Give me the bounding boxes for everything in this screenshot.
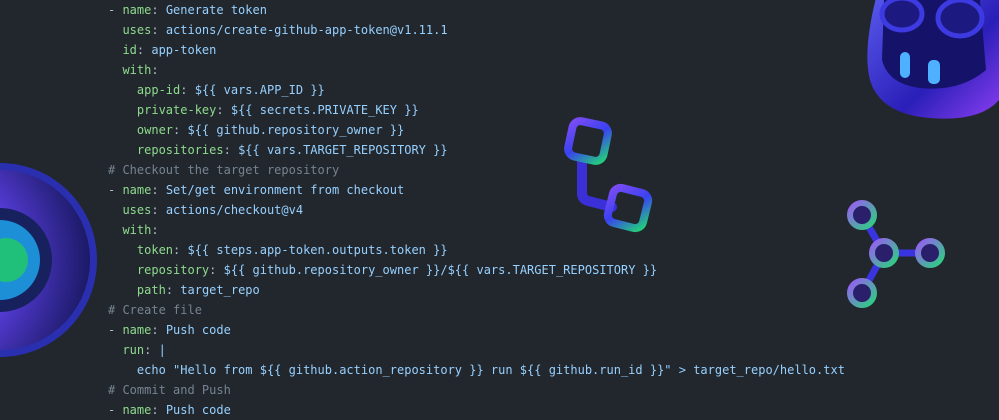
colon: : <box>136 43 152 57</box>
colon: : <box>165 283 181 297</box>
robot-mascot-image <box>867 0 999 119</box>
code-key: with <box>122 63 152 77</box>
code-value: Set/get environment from checkout <box>165 183 405 197</box>
code-line: repositories: ${{ vars.TARGET_REPOSITORY… <box>108 140 845 160</box>
code-line: id: app-token <box>108 40 845 60</box>
code-line: # Create file <box>108 300 845 320</box>
code-key: run <box>122 343 145 357</box>
code-line: # Checkout the target repository <box>108 160 845 180</box>
code-key: name <box>122 183 152 197</box>
code-line: with: <box>108 220 845 240</box>
code-key: name <box>122 3 152 17</box>
colon: : <box>151 223 166 237</box>
code-value: ${{ secrets.PRIVATE_KEY }} <box>230 103 419 117</box>
list-dash: - <box>108 403 123 417</box>
code-line: private-key: ${{ secrets.PRIVATE_KEY }} <box>108 100 845 120</box>
colon: : <box>151 183 166 197</box>
node-graph-icon <box>847 200 945 308</box>
code-value: actions/checkout@v4 <box>165 203 304 217</box>
code-comment: # Create file <box>108 303 202 317</box>
colon: : <box>144 343 159 357</box>
code-key: token <box>136 243 174 257</box>
code-comment: # Checkout the target repository <box>108 163 340 177</box>
list-dash: - <box>108 323 123 337</box>
code-value: Generate token <box>165 3 267 17</box>
colon: : <box>173 123 188 137</box>
code-key: repository <box>136 263 210 277</box>
code-key: name <box>122 403 152 417</box>
code-value: ${{ steps.app-token.outputs.token }} <box>187 243 448 257</box>
code-key: owner <box>136 123 174 137</box>
code-line: token: ${{ steps.app-token.outputs.token… <box>108 240 845 260</box>
code-key: name <box>122 323 152 337</box>
branch-squares-icon <box>564 117 653 233</box>
code-line: with: <box>108 60 845 80</box>
colon: : <box>151 23 166 37</box>
code-line: - name: Push code <box>108 320 845 340</box>
donut-ring-image <box>0 163 97 357</box>
code-value: ${{ github.repository_owner }} <box>187 123 405 137</box>
code-value: app-token <box>151 43 217 57</box>
code-value: target_repo <box>180 283 260 297</box>
code-key: repositories <box>136 143 224 157</box>
code-value: ${{ vars.APP_ID }} <box>194 83 325 97</box>
code-line: - name: Push code <box>108 400 845 420</box>
colon: : <box>151 203 166 217</box>
code-line: run: | <box>108 340 845 360</box>
code-value: | <box>158 343 166 357</box>
colon: : <box>151 323 166 337</box>
code-key: with <box>122 223 152 237</box>
code-line: - name: Set/get environment from checkou… <box>108 180 845 200</box>
code-line: - name: Generate token <box>108 0 845 20</box>
code-value: ${{ vars.TARGET_REPOSITORY }} <box>238 143 448 157</box>
colon: : <box>216 103 231 117</box>
code-value: actions/create-github-app-token@v1.11.1 <box>165 23 448 37</box>
code-line: repository: ${{ github.repository_owner … <box>108 260 845 280</box>
code-line: echo "Hello from ${{ github.action_repos… <box>108 360 845 380</box>
colon: : <box>151 403 166 417</box>
colon: : <box>223 143 239 157</box>
code-line: app-id: ${{ vars.APP_ID }} <box>108 80 845 100</box>
colon: : <box>151 3 166 17</box>
colon: : <box>173 243 188 257</box>
code-value: Push code <box>165 403 231 417</box>
code-block: - name: Generate token uses: actions/cre… <box>108 0 845 420</box>
colon: : <box>180 83 195 97</box>
colon: : <box>151 63 166 77</box>
code-line: owner: ${{ github.repository_owner }} <box>108 120 845 140</box>
code-key: path <box>136 283 166 297</box>
code-line: uses: actions/checkout@v4 <box>108 200 845 220</box>
code-comment: # Commit and Push <box>108 383 231 397</box>
code-key: private-key <box>136 103 217 117</box>
list-dash: - <box>108 3 123 17</box>
code-key: uses <box>122 23 152 37</box>
colon: : <box>209 263 224 277</box>
code-line: uses: actions/create-github-app-token@v1… <box>108 20 845 40</box>
code-value: Push code <box>165 323 231 337</box>
code-value: ${{ github.repository_owner }}/${{ vars.… <box>223 263 658 277</box>
code-key: id <box>122 43 137 57</box>
code-text: echo "Hello from ${{ github.action_repos… <box>136 363 845 377</box>
code-key: app-id <box>136 83 181 97</box>
code-line: path: target_repo <box>108 280 845 300</box>
code-key: uses <box>122 203 152 217</box>
code-line: # Commit and Push <box>108 380 845 400</box>
list-dash: - <box>108 183 123 197</box>
